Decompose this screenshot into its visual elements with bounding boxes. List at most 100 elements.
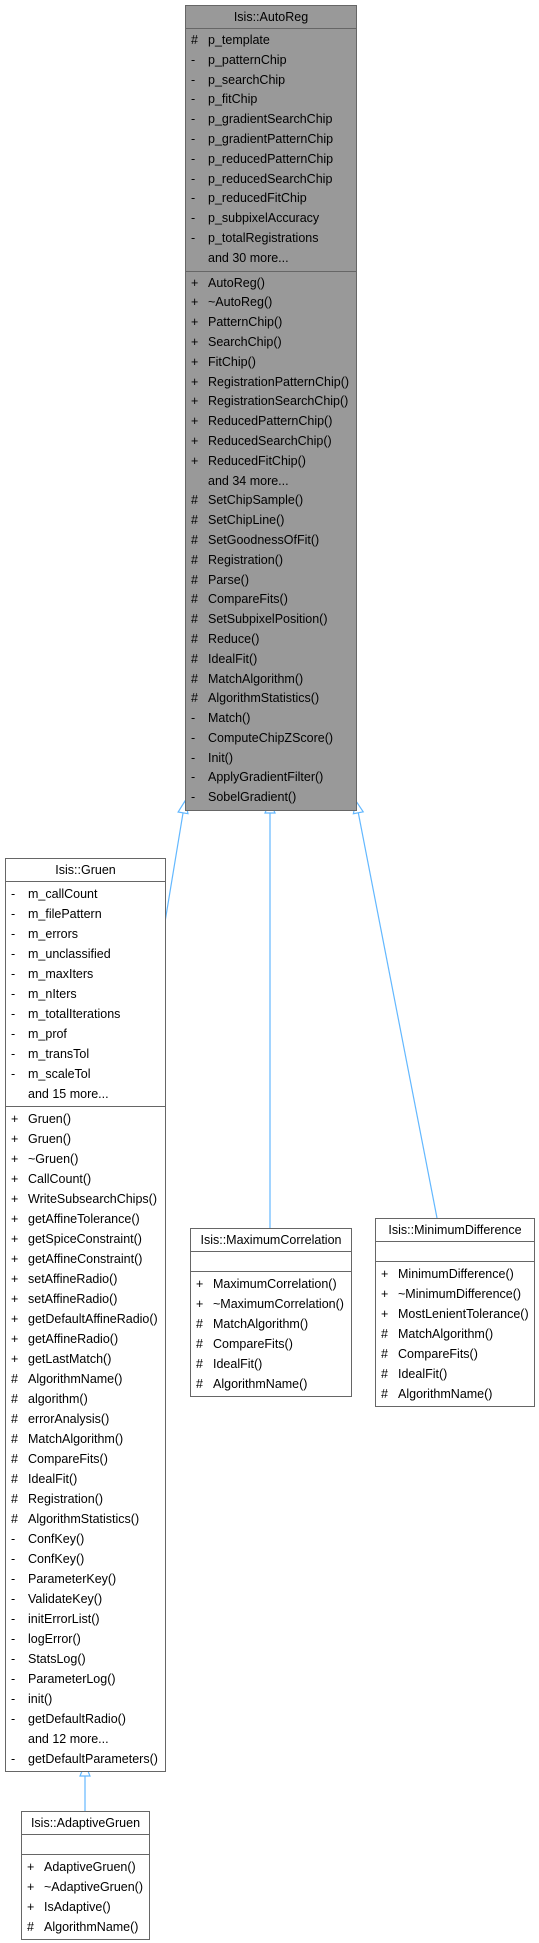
method-row[interactable]: + RegistrationSearchChip() [186,392,356,412]
method-row[interactable]: + IsAdaptive() [22,1897,149,1917]
method-row[interactable]: # CompareFits() [191,1334,351,1354]
method-row[interactable]: and 34 more... [186,472,356,492]
method-row[interactable]: + setAffineRadio() [6,1289,165,1309]
method-row[interactable]: # algorithm() [6,1389,165,1409]
method-row[interactable]: + AutoReg() [186,274,356,294]
class-box-gruen[interactable]: Isis::Gruen - m_callCount - m_filePattern - m_… [5,858,166,1772]
class-box-adaptive[interactable]: Isis::AdaptiveGruen + AdaptiveGruen() + ~Ada… [21,1811,150,1940]
method-row[interactable]: - getDefaultParameters() [6,1749,165,1769]
attribute-row[interactable]: - m_transTol [6,1044,165,1064]
method-row[interactable]: - ParameterKey() [6,1569,165,1589]
method-row[interactable]: # Registration() [186,551,356,571]
method-row[interactable]: and 12 more... [6,1729,165,1749]
attribute-row[interactable]: - p_totalRegistrations [186,229,356,249]
attribute-row[interactable]: - p_gradientPatternChip [186,130,356,150]
method-row[interactable]: + ReducedFitChip() [186,452,356,472]
method-row[interactable]: # SetChipSample() [186,491,356,511]
method-row[interactable]: # IdealFit() [186,650,356,670]
attribute-row[interactable]: # p_template [186,31,356,51]
method-row[interactable]: # AlgorithmName() [191,1374,351,1394]
attribute-row[interactable]: - p_subpixelAccuracy [186,209,356,229]
method-row[interactable]: + ReducedPatternChip() [186,412,356,432]
method-row[interactable]: - init() [6,1689,165,1709]
method-row[interactable]: + AdaptiveGruen() [22,1857,149,1877]
method-row[interactable]: + ~MaximumCorrelation() [191,1294,351,1314]
method-row[interactable]: + WriteSubsearchChips() [6,1189,165,1209]
method-row[interactable]: - getDefaultRadio() [6,1709,165,1729]
method-row[interactable]: + getSpiceConstraint() [6,1229,165,1249]
method-row[interactable]: # IdealFit() [376,1364,534,1384]
method-row[interactable]: + RegistrationPatternChip() [186,373,356,393]
method-row[interactable]: + MaximumCorrelation() [191,1274,351,1294]
method-row[interactable]: # AlgorithmStatistics() [6,1509,165,1529]
method-row[interactable]: + ReducedSearchChip() [186,432,356,452]
method-row[interactable]: - StatsLog() [6,1649,165,1669]
method-row[interactable]: - ApplyGradientFilter() [186,768,356,788]
method-row[interactable]: # MatchAlgorithm() [191,1314,351,1334]
method-row[interactable]: + Gruen() [6,1129,165,1149]
attribute-row[interactable]: - p_searchChip [186,71,356,91]
method-row[interactable]: + getAffineTolerance() [6,1209,165,1229]
method-row[interactable]: + getAffineRadio() [6,1329,165,1349]
method-row[interactable]: + FitChip() [186,353,356,373]
method-row[interactable]: + PatternChip() [186,313,356,333]
method-row[interactable]: + ~MinimumDifference() [376,1284,534,1304]
class-box-maxcorr[interactable]: Isis::MaximumCorrelation + MaximumCorrelat… [190,1228,352,1397]
method-row[interactable]: # AlgorithmName() [6,1369,165,1389]
method-row[interactable]: - ComputeChipZScore() [186,729,356,749]
method-row[interactable]: # CompareFits() [186,590,356,610]
method-row[interactable]: # Registration() [6,1489,165,1509]
method-row[interactable]: # SetSubpixelPosition() [186,610,356,630]
attribute-row[interactable]: - m_prof [6,1024,165,1044]
attribute-row[interactable]: - p_reducedPatternChip [186,150,356,170]
method-row[interactable]: - Match() [186,709,356,729]
method-row[interactable]: - SobelGradient() [186,788,356,808]
method-row[interactable]: + ~Gruen() [6,1149,165,1169]
method-row[interactable]: # SetChipLine() [186,511,356,531]
method-row[interactable]: + getAffineConstraint() [6,1249,165,1269]
method-row[interactable]: # AlgorithmName() [22,1917,149,1937]
attribute-row[interactable]: - p_reducedFitChip [186,189,356,209]
method-row[interactable]: # CompareFits() [376,1344,534,1364]
attribute-row[interactable]: - p_fitChip [186,90,356,110]
method-row[interactable]: # IdealFit() [191,1354,351,1374]
method-row[interactable]: + SearchChip() [186,333,356,353]
attribute-row[interactable]: - m_unclassified [6,944,165,964]
class-box-autoreg[interactable]: Isis::AutoReg # p_template - p_patternChip - p… [185,5,357,812]
method-row[interactable]: + getDefaultAffineRadio() [6,1309,165,1329]
method-row[interactable]: # SetGoodnessOfFit() [186,531,356,551]
method-row[interactable]: # CompareFits() [6,1449,165,1469]
method-row[interactable]: # errorAnalysis() [6,1409,165,1429]
attribute-row[interactable]: - m_filePattern [6,904,165,924]
attribute-row[interactable]: - p_patternChip [186,51,356,71]
method-row[interactable]: # MatchAlgorithm() [376,1324,534,1344]
method-row[interactable]: # AlgorithmStatistics() [186,689,356,709]
method-row[interactable]: # Reduce() [186,630,356,650]
attribute-row[interactable]: - p_gradientSearchChip [186,110,356,130]
method-row[interactable]: + getLastMatch() [6,1349,165,1369]
method-row[interactable]: # AlgorithmName() [376,1384,534,1404]
method-row[interactable]: + ~AdaptiveGruen() [22,1877,149,1897]
attribute-row[interactable]: - m_totalIterations [6,1004,165,1024]
method-row[interactable]: + CallCount() [6,1169,165,1189]
attribute-row[interactable]: - m_errors [6,924,165,944]
attribute-row[interactable]: - p_reducedSearchChip [186,170,356,190]
method-row[interactable]: # Parse() [186,571,356,591]
attribute-row[interactable]: - m_nIters [6,984,165,1004]
method-row[interactable]: - logError() [6,1629,165,1649]
method-row[interactable]: + MinimumDifference() [376,1264,534,1284]
method-row[interactable]: - ConfKey() [6,1529,165,1549]
attribute-row[interactable]: - m_scaleTol [6,1064,165,1084]
method-row[interactable]: - Init() [186,749,356,769]
attribute-row[interactable]: - m_maxIters [6,964,165,984]
method-row[interactable]: # IdealFit() [6,1469,165,1489]
method-row[interactable]: # MatchAlgorithm() [6,1429,165,1449]
method-row[interactable]: - ValidateKey() [6,1589,165,1609]
method-row[interactable]: + MostLenientTolerance() [376,1304,534,1324]
class-box-mindiff[interactable]: Isis::MinimumDifference + MinimumDifferenc… [375,1218,535,1407]
attribute-row[interactable]: and 30 more... [186,249,356,269]
method-row[interactable]: + Gruen() [6,1109,165,1129]
method-row[interactable]: + setAffineRadio() [6,1269,165,1289]
method-row[interactable]: - initErrorList() [6,1609,165,1629]
method-row[interactable]: + ~AutoReg() [186,293,356,313]
